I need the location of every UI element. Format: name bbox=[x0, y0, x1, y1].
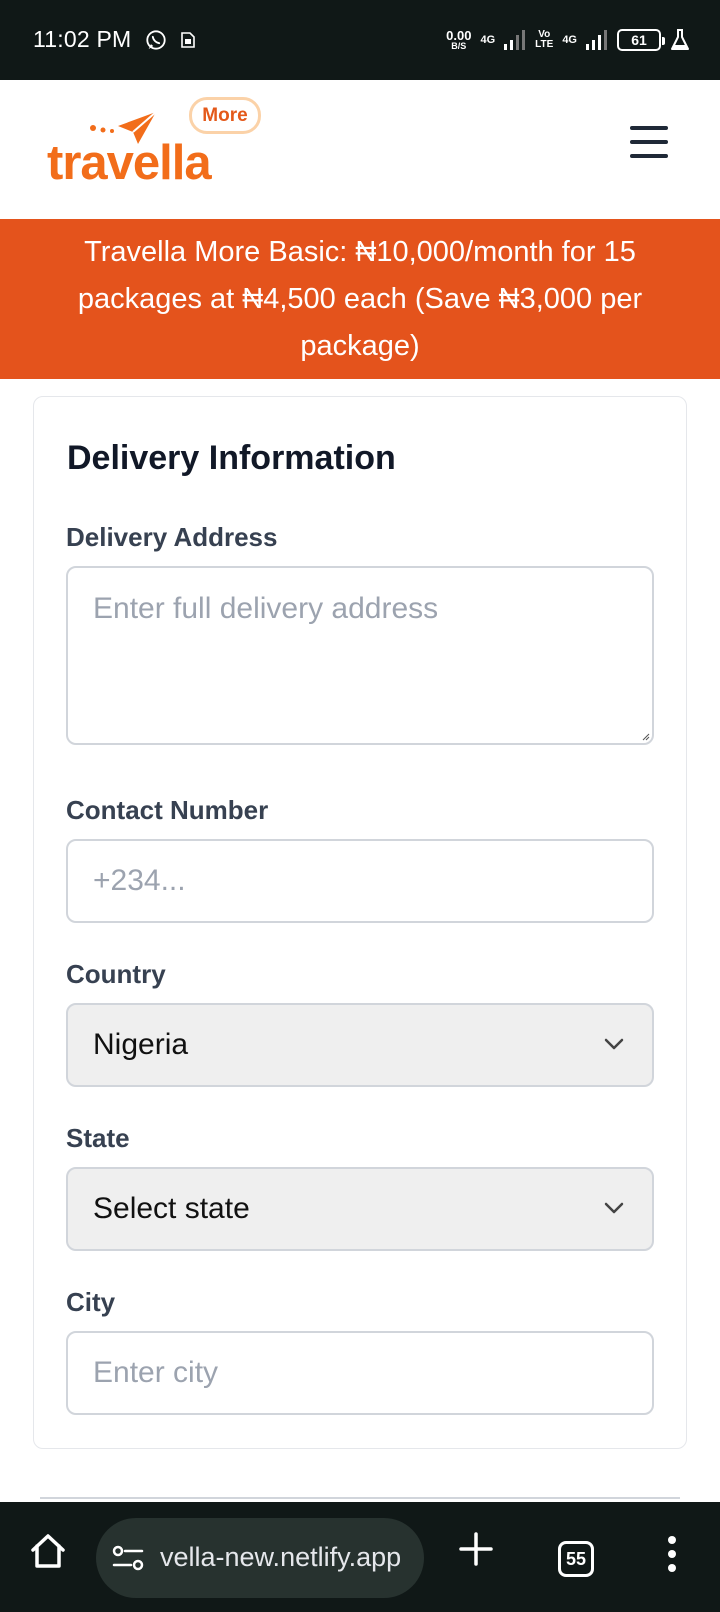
delivery-address-label: Delivery Address bbox=[66, 522, 278, 552]
card-title: Delivery Information bbox=[67, 439, 396, 477]
menu-line bbox=[630, 154, 668, 158]
volte-indicator: Vo LTE bbox=[535, 29, 554, 50]
more-options-icon[interactable] bbox=[667, 1536, 677, 1572]
browser-bottom-bar: vella-new.netlify.app 55 bbox=[0, 1502, 720, 1612]
menu-line bbox=[630, 126, 668, 130]
delivery-address-textarea[interactable]: Enter full delivery address bbox=[66, 566, 654, 745]
status-indicators: 0.00 B/S 4G Vo LTE 4G 61 bbox=[446, 22, 690, 58]
state-select[interactable]: Select state bbox=[66, 1167, 654, 1251]
signal-icon-2 bbox=[586, 30, 607, 50]
contact-number-placeholder: +234... bbox=[93, 864, 186, 897]
city-input[interactable]: Enter city bbox=[66, 1331, 654, 1415]
sim-icon bbox=[181, 32, 195, 48]
tab-switcher-button[interactable]: 55 bbox=[558, 1541, 594, 1577]
network-type-1: 4G bbox=[480, 33, 496, 46]
promo-banner: Travella More Basic: ₦10,000/month for 1… bbox=[0, 219, 720, 379]
site-settings-icon[interactable] bbox=[112, 1544, 144, 1572]
chevron-down-icon bbox=[604, 1202, 624, 1214]
network-type-2: 4G bbox=[562, 33, 577, 46]
contact-number-input[interactable]: +234... bbox=[66, 839, 654, 923]
menu-line bbox=[630, 140, 668, 144]
new-tab-icon[interactable] bbox=[459, 1532, 493, 1566]
flask-icon bbox=[671, 29, 689, 50]
city-placeholder: Enter city bbox=[93, 1356, 219, 1389]
country-selected-value: Nigeria bbox=[93, 1028, 189, 1061]
country-select[interactable]: Nigeria bbox=[66, 1003, 654, 1087]
more-badge: More bbox=[189, 97, 261, 134]
chevron-down-icon bbox=[604, 1038, 624, 1050]
section-divider bbox=[40, 1497, 680, 1499]
home-icon[interactable] bbox=[29, 1532, 67, 1570]
delivery-address-placeholder: Enter full delivery address bbox=[93, 592, 439, 625]
resize-handle-icon[interactable] bbox=[642, 733, 650, 741]
hamburger-menu-button[interactable] bbox=[630, 126, 668, 158]
url-text: vella-new.netlify.app bbox=[160, 1542, 402, 1572]
country-label: Country bbox=[66, 959, 166, 989]
status-bar: 11:02 PM 0.00 B/S 4G Vo LTE 4G 61 bbox=[0, 0, 720, 80]
address-bar[interactable]: vella-new.netlify.app bbox=[96, 1518, 424, 1598]
contact-number-label: Contact Number bbox=[66, 795, 269, 825]
status-time: 11:02 PM bbox=[33, 26, 132, 52]
state-label: State bbox=[66, 1123, 130, 1153]
battery-level: 61 bbox=[631, 32, 647, 48]
travella-logo[interactable]: travella bbox=[47, 139, 212, 188]
network-speed: 0.00 B/S bbox=[446, 28, 472, 51]
city-label: City bbox=[66, 1287, 116, 1317]
state-selected-value: Select state bbox=[93, 1192, 250, 1225]
battery-icon: 61 bbox=[617, 29, 665, 51]
tab-count: 55 bbox=[565, 1548, 587, 1569]
signal-icon-1 bbox=[504, 30, 526, 50]
whatsapp-icon bbox=[146, 30, 166, 50]
